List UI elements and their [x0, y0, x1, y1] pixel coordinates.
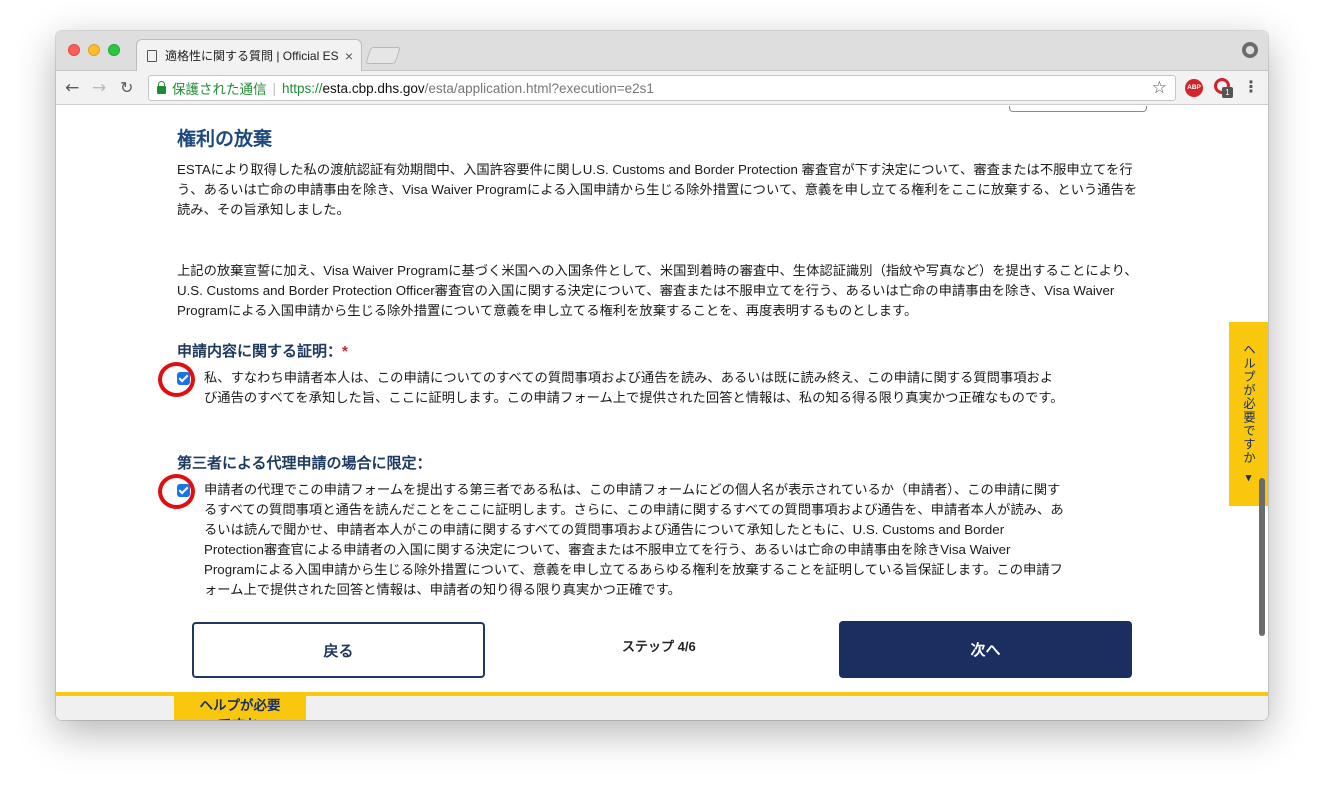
bookmark-star-icon[interactable]: ☆: [1152, 78, 1167, 98]
adblock-icon[interactable]: ABP: [1185, 79, 1203, 97]
url-scheme: https://: [282, 80, 323, 96]
tab-title: 適格性に関する質問 | Official ES: [165, 49, 339, 63]
certification-heading: 申請内容に関する証明：*: [177, 340, 348, 361]
waiver-paragraph-1: ESTAにより取得した私の渡航認証有効期間中、入国許容要件に関しU.S. Cus…: [177, 162, 1138, 217]
third-party-text: 申請者の代理でこの申請フォームを提出する第三者である私は、この申請フォームにどの…: [204, 482, 1064, 597]
third-party-title: 第三者による代理申請の場合に限定：: [177, 455, 432, 472]
required-mark: *: [342, 343, 348, 360]
browser-menu-icon[interactable]: ⋮: [1243, 77, 1259, 97]
url-path: /esta/application.html?execution=e2s1: [424, 80, 654, 96]
page-icon: [147, 49, 157, 62]
browser-window: 適格性に関する質問 | Official ES × ● ← → ↻ 保護された通…: [56, 31, 1268, 720]
help-box-label: ヘルプが必要 ですか.: [199, 697, 281, 721]
reload-icon[interactable]: ↻: [120, 78, 133, 98]
section-title: 権利の放棄: [177, 129, 273, 150]
forward-arrow-icon[interactable]: →: [92, 78, 106, 98]
lock-icon: [157, 80, 166, 94]
page-viewport: 権利の放棄 ESTAにより取得した私の渡航認証有効期間中、入国許容要件に関しU.…: [56, 106, 1268, 720]
secure-label: 保護された通信: [172, 82, 267, 97]
profile-icon[interactable]: ●: [1242, 42, 1258, 58]
extension-badge: 1: [1222, 87, 1233, 98]
next-button[interactable]: 次へ: [839, 621, 1132, 678]
extension-icon[interactable]: 1: [1214, 78, 1234, 98]
scrollbar[interactable]: [1259, 478, 1265, 636]
annotation-circle-certification: [158, 362, 195, 397]
certification-title: 申請内容に関する証明：: [177, 343, 343, 360]
certification-text: 私、すなわち申請者本人は、この申請についてのすべての質問事項および通告を読み、あ…: [204, 370, 1064, 405]
maximize-window-button[interactable]: [108, 44, 120, 56]
partial-box-above: [1009, 106, 1147, 112]
help-box[interactable]: ヘルプが必要 ですか.: [174, 692, 306, 720]
tab-active[interactable]: 適格性に関する質問 | Official ES ×: [136, 39, 362, 71]
url-host: esta.cbp.dhs.gov: [322, 80, 425, 96]
tab-close-icon[interactable]: ×: [345, 48, 353, 64]
browser-toolbar: ← → ↻ 保護された通信 | https://esta.cbp.dhs.gov…: [56, 71, 1268, 105]
close-window-button[interactable]: [68, 44, 80, 56]
back-button[interactable]: 戻る: [192, 622, 485, 678]
tab-bar: 適格性に関する質問 | Official ES × ●: [56, 31, 1268, 71]
minimize-window-button[interactable]: [88, 44, 100, 56]
address-bar[interactable]: 保護された通信 | https://esta.cbp.dhs.gov/esta/…: [148, 75, 1176, 101]
waiver-paragraph-2: 上記の放棄宣誓に加え、Visa Waiver Programに基づく米国への入国…: [177, 263, 1138, 318]
step-indicator: ステップ 4/6: [622, 639, 696, 654]
help-tab-label: ヘルプが必要ですか ▾: [1241, 342, 1256, 486]
address-separator: |: [272, 80, 277, 96]
back-arrow-icon[interactable]: ←: [65, 78, 79, 98]
new-tab-button[interactable]: [365, 47, 401, 64]
annotation-circle-third-party: [158, 474, 195, 509]
